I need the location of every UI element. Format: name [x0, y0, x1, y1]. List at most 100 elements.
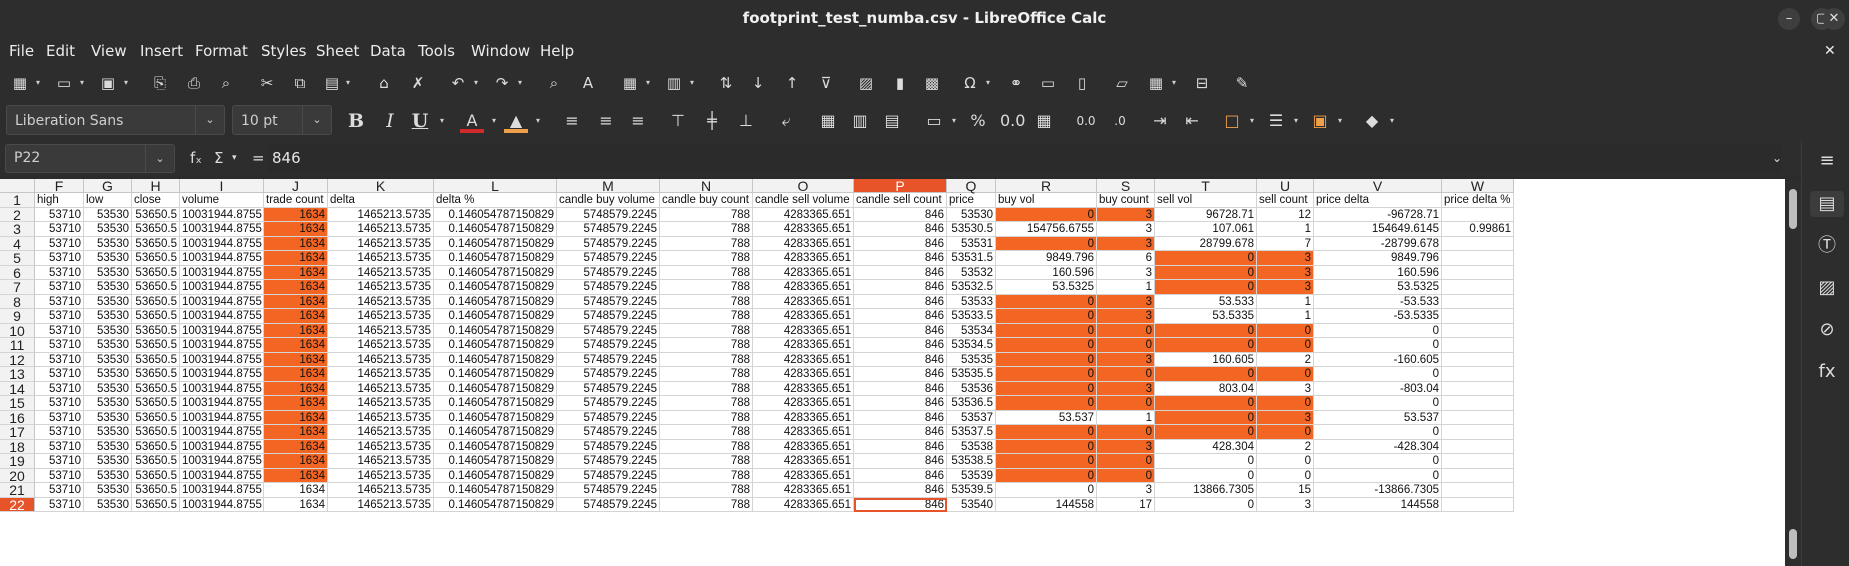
row-header[interactable]: 17 — [0, 425, 35, 440]
cell-m16[interactable]: 5748579.2245 — [557, 410, 660, 425]
column-header-j[interactable]: J — [264, 179, 328, 193]
cell-s15[interactable]: 0 — [1097, 396, 1155, 411]
cell-r18[interactable]: 0 — [996, 439, 1097, 454]
cell-h20[interactable]: 53650.5 — [132, 468, 180, 483]
cell-t3[interactable]: 107.061 — [1155, 222, 1257, 237]
cell-l7[interactable]: 0.146054787150829 — [434, 280, 557, 295]
cell-m9[interactable]: 5748579.2245 — [557, 309, 660, 324]
cell-q21[interactable]: 53539.5 — [947, 483, 996, 498]
cell-g18[interactable]: 53530 — [84, 439, 132, 454]
cell-p6[interactable]: 846 — [854, 265, 947, 280]
cell-n13[interactable]: 788 — [660, 367, 753, 382]
menu-file[interactable]: File — [9, 37, 34, 65]
column-header-f[interactable]: F — [35, 179, 84, 193]
column-title-cell[interactable]: buy vol — [996, 193, 1097, 208]
cell-g6[interactable]: 53530 — [84, 265, 132, 280]
cell-r19[interactable]: 0 — [996, 454, 1097, 469]
border-style-icon[interactable]: ☰ — [1264, 109, 1288, 133]
cell-n20[interactable]: 788 — [660, 468, 753, 483]
align-left-icon[interactable]: ≡ — [560, 109, 584, 133]
column-title-cell[interactable]: candle sell volume — [753, 193, 854, 208]
cell-k11[interactable]: 1465213.5735 — [328, 338, 434, 353]
close-document-button[interactable]: ✕ — [1824, 37, 1836, 65]
cell-f2[interactable]: 53710 — [35, 207, 84, 222]
cell-l22[interactable]: 0.146054787150829 — [434, 497, 557, 512]
cell-l3[interactable]: 0.146054787150829 — [434, 222, 557, 237]
scrollbar-thumb-secondary[interactable] — [1789, 529, 1797, 559]
chevron-down-icon[interactable]: ▾ — [1250, 110, 1258, 132]
cell-r17[interactable]: 0 — [996, 425, 1097, 440]
cell-j5[interactable]: 1634 — [264, 251, 328, 266]
cell-n5[interactable]: 788 — [660, 251, 753, 266]
chevron-down-icon[interactable]: ▾ — [1390, 110, 1398, 132]
font-size-combobox[interactable]: 10 pt ⌄ — [232, 105, 332, 135]
chevron-down-icon[interactable]: ▾ — [80, 72, 88, 94]
cell-m10[interactable]: 5748579.2245 — [557, 323, 660, 338]
cell-i18[interactable]: 10031944.8755 — [180, 439, 264, 454]
cell-i9[interactable]: 10031944.8755 — [180, 309, 264, 324]
cell-f16[interactable]: 53710 — [35, 410, 84, 425]
cell-g3[interactable]: 53530 — [84, 222, 132, 237]
menu-view[interactable]: View — [91, 37, 127, 65]
cell-r10[interactable]: 0 — [996, 323, 1097, 338]
cell-o22[interactable]: 4283365.651 — [753, 497, 854, 512]
cell-u2[interactable]: 12 — [1257, 207, 1314, 222]
column-title-cell[interactable]: delta % — [434, 193, 557, 208]
column-title-cell[interactable]: candle sell count — [854, 193, 947, 208]
cell-v15[interactable]: 0 — [1314, 396, 1442, 411]
cell-k6[interactable]: 1465213.5735 — [328, 265, 434, 280]
cell-t16[interactable]: 0 — [1155, 410, 1257, 425]
cell-t18[interactable]: 428.304 — [1155, 439, 1257, 454]
cell-r9[interactable]: 0 — [996, 309, 1097, 324]
cell-s17[interactable]: 0 — [1097, 425, 1155, 440]
cell-i20[interactable]: 10031944.8755 — [180, 468, 264, 483]
cell-j10[interactable]: 1634 — [264, 323, 328, 338]
cell-u20[interactable]: 0 — [1257, 468, 1314, 483]
cell-t20[interactable]: 0 — [1155, 468, 1257, 483]
function-wizard-button[interactable]: fₓ — [190, 144, 202, 173]
cell-s20[interactable]: 0 — [1097, 468, 1155, 483]
cell-i10[interactable]: 10031944.8755 — [180, 323, 264, 338]
cell-n14[interactable]: 788 — [660, 381, 753, 396]
cell-v21[interactable]: -13866.7305 — [1314, 483, 1442, 498]
cell-k15[interactable]: 1465213.5735 — [328, 396, 434, 411]
cell-w4[interactable] — [1442, 236, 1514, 251]
row-header[interactable]: 19 — [0, 454, 35, 469]
cell-n3[interactable]: 788 — [660, 222, 753, 237]
cell-m7[interactable]: 5748579.2245 — [557, 280, 660, 295]
cell-l12[interactable]: 0.146054787150829 — [434, 352, 557, 367]
cell-j3[interactable]: 1634 — [264, 222, 328, 237]
chevron-down-icon[interactable]: ⌄ — [145, 145, 174, 172]
cell-l20[interactable]: 0.146054787150829 — [434, 468, 557, 483]
cell-s4[interactable]: 3 — [1097, 236, 1155, 251]
cell-v2[interactable]: -96728.71 — [1314, 207, 1442, 222]
cell-w9[interactable] — [1442, 309, 1514, 324]
column-header-v[interactable]: V — [1314, 179, 1442, 193]
cell-m5[interactable]: 5748579.2245 — [557, 251, 660, 266]
cell-f6[interactable]: 53710 — [35, 265, 84, 280]
cell-g7[interactable]: 53530 — [84, 280, 132, 295]
cell-h17[interactable]: 53650.5 — [132, 425, 180, 440]
column-header-q[interactable]: Q — [947, 179, 996, 193]
navigator-icon[interactable]: ⊘ — [1814, 317, 1840, 343]
cell-p16[interactable]: 846 — [854, 410, 947, 425]
cell-o10[interactable]: 4283365.651 — [753, 323, 854, 338]
cell-o9[interactable]: 4283365.651 — [753, 309, 854, 324]
cell-s16[interactable]: 1 — [1097, 410, 1155, 425]
cell-s8[interactable]: 3 — [1097, 294, 1155, 309]
cell-k18[interactable]: 1465213.5735 — [328, 439, 434, 454]
row-header[interactable]: 5 — [0, 251, 35, 266]
cell-p18[interactable]: 846 — [854, 439, 947, 454]
cell-g19[interactable]: 53530 — [84, 454, 132, 469]
cell-n16[interactable]: 788 — [660, 410, 753, 425]
cell-t10[interactable]: 0 — [1155, 323, 1257, 338]
cell-q3[interactable]: 53530.5 — [947, 222, 996, 237]
cell-n19[interactable]: 788 — [660, 454, 753, 469]
cell-p3[interactable]: 846 — [854, 222, 947, 237]
cell-t4[interactable]: 28799.678 — [1155, 236, 1257, 251]
cell-t2[interactable]: 96728.71 — [1155, 207, 1257, 222]
cell-j6[interactable]: 1634 — [264, 265, 328, 280]
cell-n8[interactable]: 788 — [660, 294, 753, 309]
row-header[interactable]: 18 — [0, 439, 35, 454]
column-title-cell[interactable]: sell count — [1257, 193, 1314, 208]
